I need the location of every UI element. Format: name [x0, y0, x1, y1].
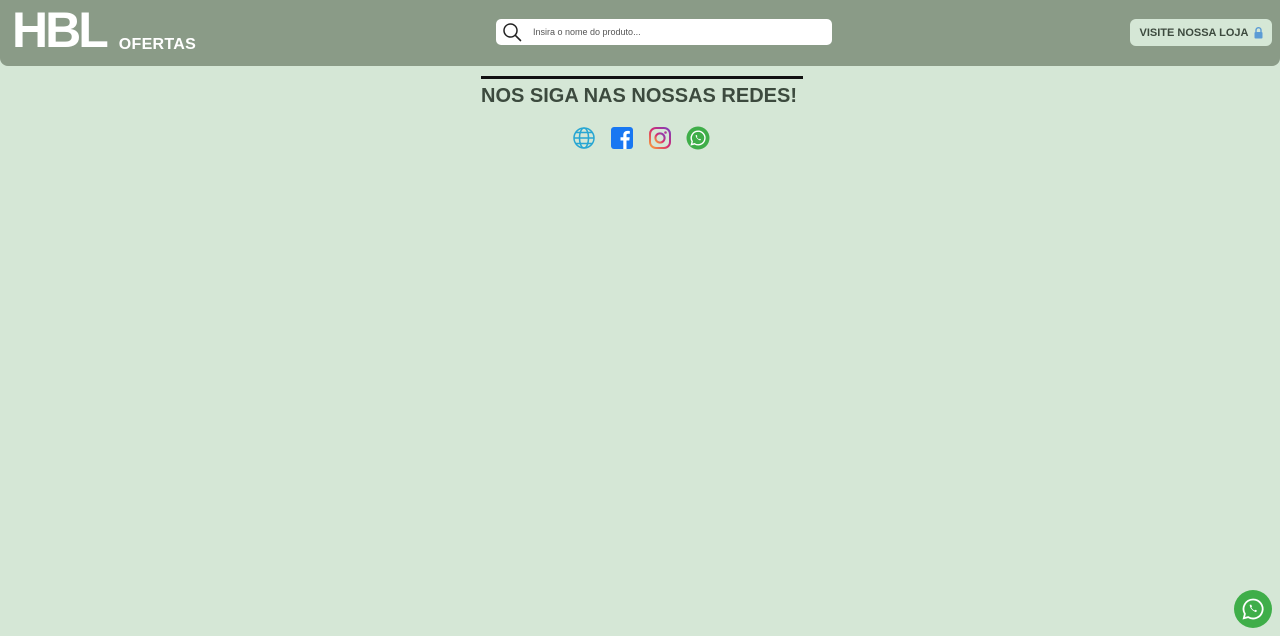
lock-icon — [1254, 26, 1263, 39]
social-icons — [572, 126, 710, 150]
whatsapp-float-button[interactable] — [1234, 590, 1272, 628]
header-bar: HBL OFERTAS VISITE NOSSA LOJA — [0, 0, 1280, 66]
section-divider — [481, 76, 803, 79]
visit-store-label: VISITE NOSSA LOJA — [1139, 26, 1249, 39]
visit-store-button[interactable]: VISITE NOSSA LOJA — [1130, 19, 1272, 46]
instagram-icon[interactable] — [648, 126, 672, 150]
brand-logo[interactable]: HBL OFERTAS — [12, 5, 196, 55]
search-bar — [496, 19, 832, 45]
search-input[interactable] — [533, 22, 813, 42]
social-title: NOS SIGA NAS NOSSAS REDES! — [481, 85, 797, 107]
whatsapp-icon — [1241, 597, 1265, 621]
search-icon[interactable] — [502, 22, 522, 42]
social-section: NOS SIGA NAS NOSSAS REDES! — [481, 76, 803, 108]
brand-logo-text: HBL — [12, 2, 109, 58]
whatsapp-icon[interactable] — [686, 126, 710, 150]
globe-icon[interactable] — [572, 126, 596, 150]
brand-tagline: OFERTAS — [118, 36, 197, 53]
facebook-icon[interactable] — [610, 126, 634, 150]
